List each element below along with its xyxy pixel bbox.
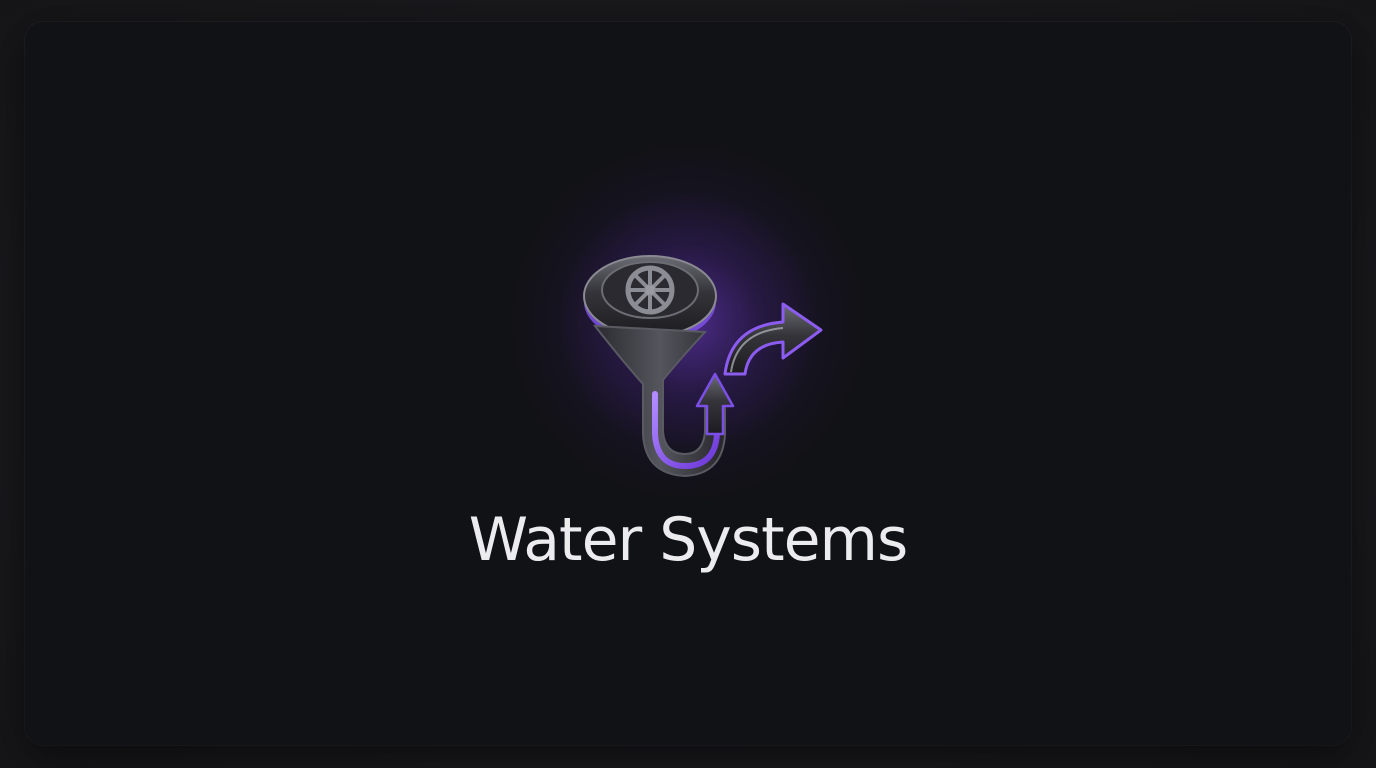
splash-card: Water Systems	[25, 22, 1351, 745]
drain-trap-arrow-icon	[583, 255, 823, 478]
app-title: Water Systems	[468, 505, 908, 575]
